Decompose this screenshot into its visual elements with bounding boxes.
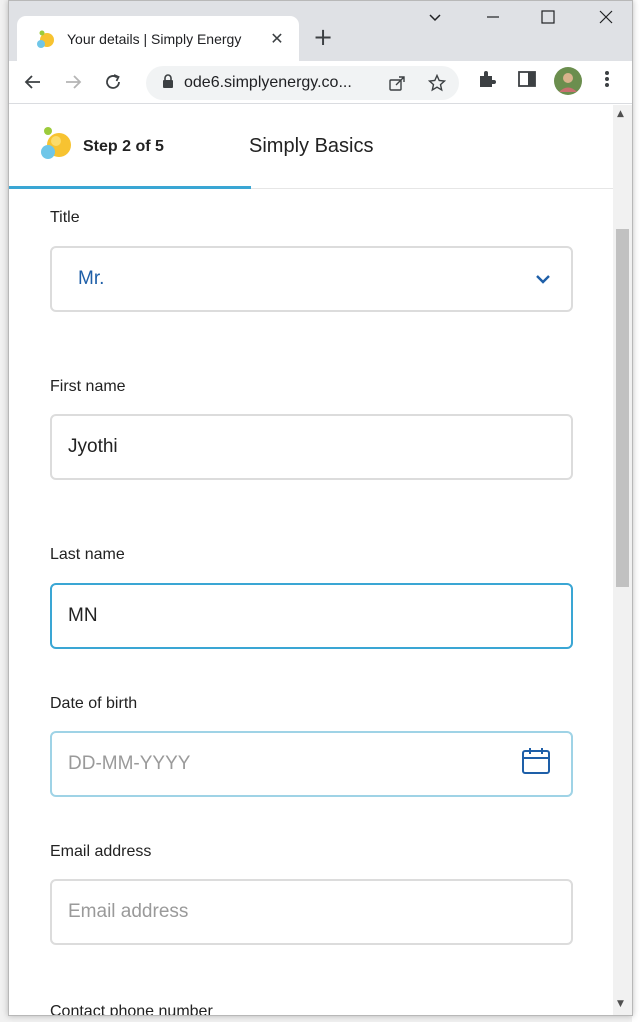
maximize-icon[interactable] xyxy=(540,9,556,29)
lock-icon[interactable] xyxy=(162,73,174,93)
first-name-value: Jyothi xyxy=(68,436,118,457)
side-panel-icon[interactable] xyxy=(517,69,537,94)
step-header: Step 2 of 5 Simply Basics xyxy=(9,105,613,189)
scrollbar-thumb[interactable] xyxy=(616,229,629,587)
last-name-label: Last name xyxy=(50,546,125,563)
page-content: Step 2 of 5 Simply Basics Title Mr. Firs… xyxy=(9,105,632,1016)
page-scrollbar[interactable]: ▲ ▼ xyxy=(613,105,632,1015)
last-name-value: MN xyxy=(68,605,98,626)
simply-energy-favicon xyxy=(35,29,55,49)
first-name-field[interactable]: Jyothi xyxy=(50,414,573,480)
browser-window: Your details | Simply Energy ✕ + ode6.si… xyxy=(8,0,633,1016)
forward-icon[interactable] xyxy=(59,68,87,96)
reload-icon[interactable] xyxy=(99,68,127,96)
email-label: Email address xyxy=(50,843,152,860)
menu-icon[interactable] xyxy=(599,69,615,94)
desktop-edge xyxy=(632,0,643,1022)
scroll-down-arrow[interactable]: ▼ xyxy=(617,999,624,1009)
tab-close-icon[interactable]: ✕ xyxy=(267,29,287,48)
first-name-label: First name xyxy=(50,378,126,395)
tab-title: Your details | Simply Energy xyxy=(67,30,242,47)
title-select[interactable]: Mr. xyxy=(50,246,573,312)
star-icon[interactable] xyxy=(427,73,447,97)
phone-label: Contact phone number xyxy=(50,1003,213,1016)
share-icon[interactable] xyxy=(388,74,406,97)
title-selected-value: Mr. xyxy=(78,268,105,289)
back-icon[interactable] xyxy=(19,68,47,96)
step-progress-underline xyxy=(9,186,251,189)
tab-strip: Your details | Simply Energy ✕ + xyxy=(9,1,632,61)
extensions-icon[interactable] xyxy=(477,69,497,94)
browser-toolbar: ode6.simplyenergy.co... xyxy=(9,61,632,104)
scroll-up-arrow[interactable]: ▲ xyxy=(617,109,624,119)
calendar-icon[interactable] xyxy=(521,747,551,781)
dob-placeholder: DD-MM-YYYY xyxy=(68,753,191,774)
title-label: Title xyxy=(50,209,80,226)
last-name-field[interactable]: MN xyxy=(50,583,573,649)
new-tab-button[interactable]: + xyxy=(313,25,333,49)
plan-name: Simply Basics xyxy=(249,135,374,157)
email-placeholder: Email address xyxy=(68,901,189,922)
address-bar[interactable]: ode6.simplyenergy.co... xyxy=(146,66,459,100)
dob-label: Date of birth xyxy=(50,695,138,712)
dob-field[interactable]: DD-MM-YYYY xyxy=(50,731,573,797)
browser-tab[interactable]: Your details | Simply Energy ✕ xyxy=(17,16,299,61)
close-window-icon[interactable] xyxy=(598,9,614,29)
minimize-icon[interactable] xyxy=(485,9,501,29)
chevron-down-icon[interactable] xyxy=(535,268,551,290)
email-field[interactable]: Email address xyxy=(50,879,573,945)
url-text[interactable]: ode6.simplyenergy.co... xyxy=(184,74,374,92)
simply-energy-logo xyxy=(39,125,73,161)
step-progress-label: Step 2 of 5 xyxy=(83,138,164,155)
tab-search-icon[interactable] xyxy=(427,9,443,29)
avatar[interactable] xyxy=(554,67,582,100)
